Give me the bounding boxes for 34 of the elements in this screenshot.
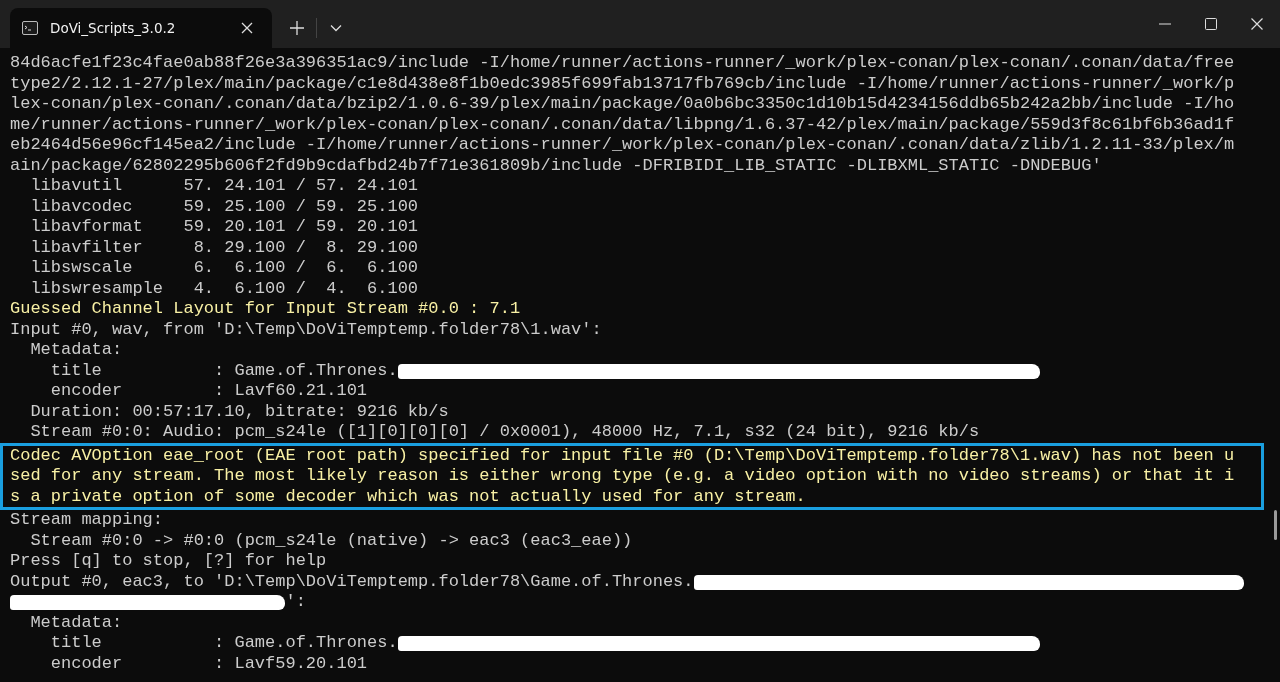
terminal-line: Press [q] to stop, [?] for help <box>10 551 327 572</box>
tab-title: DoVi_Scripts_3.0.2 <box>50 20 177 36</box>
terminal-line: eb2464d56e96cf145ea2/include -I/home/runner/actions-runner/_work/plex-conan/plex-conan/.conan/data/zlib/1.2.11-33/plex/m <box>10 135 1235 156</box>
terminal-line: libavutil 57. 24.101 / 57. 24.101 <box>29 176 419 197</box>
terminal-line: Stream #0:0: Audio: pcm_s24le ([1][0][0][0] / 0x0001), 48000 Hz, 7.1, s32 (24 bit), 9216 kb/s <box>29 422 980 443</box>
terminal-icon <box>22 21 38 35</box>
terminal-line: Metadata: <box>29 612 123 633</box>
terminal-line: libavformat 59. 20.101 / 59. 20.101 <box>29 217 419 238</box>
terminal-line: libavfilter 8. 29.100 / 8. 29.100 <box>29 237 419 258</box>
terminal-line: Metadata: <box>29 340 123 361</box>
terminal-line: Stream #0:0 -> #0:0 (pcm_s24le (native) -> eac3 (eac3_eae)) <box>29 530 633 551</box>
terminal-line: Duration: 00:57:17.10, bitrate: 9216 kb/s <box>29 401 449 422</box>
terminal-line: encoder : Lavf60.21.101 <box>49 381 368 402</box>
terminal-line: me/runner/actions-runner/_work/plex-conan/plex-conan/.conan/data/libpng/1.6.37-42/plex/main/package/559d3f8c61bf6b36ad1f <box>10 114 1235 135</box>
terminal-line: libswresample 4. 6.100 / 4. 6.100 <box>29 278 419 299</box>
terminal-line: sed for any stream. The most likely reason is either wrong type (e.g. a video option with no video streams) or that it i <box>10 466 1235 487</box>
scrollbar-thumb[interactable] <box>1274 510 1277 540</box>
terminal-line: libavcodec 59. 25.100 / 59. 25.100 <box>29 196 419 217</box>
terminal-line: Stream mapping: <box>10 510 164 531</box>
terminal-line: lex-conan/plex-conan/.conan/data/bzip2/1.0.6-39/plex/main/package/0a0b6bc3350c1d10b15d4234156ddb65b242a2bb/include -I/ho <box>10 94 1235 115</box>
terminal-line: ain/package/62802295b606f2fd9b9cdafbd24b7f71e361809b/include -DFRIBIDI_LIB_STATIC -DLIBXML_STATIC -DNDEBUG' <box>10 155 1102 176</box>
terminal-line: type2/2.12.1-27/plex/main/package/c1e8d438e8f1b0edc3985f699fab13717fb769cb/include -I/home/runner/actions-runner/_work/p <box>10 73 1235 94</box>
terminal-line: title : Game.of.Thrones. <box>49 633 398 654</box>
terminal-line: s a private option of some decoder which was not actually used for any stream. <box>10 486 806 507</box>
terminal-line: Codec AVOption eae_root (EAE root path) specified for input file #0 (D:\Temp\DoViTemptemp.folder78\1.wav) has not been u <box>10 445 1235 466</box>
terminal-line: 84d6acfe1f23c4fae0ab88f26e3a396351ac9/include -I/home/runner/actions-runner/_work/plex-conan/plex-conan/.conan/data/free <box>10 53 1235 74</box>
terminal-line: Output #0, eac3, to 'D:\Temp\DoViTemptemp.folder78\Game.of.Thrones. <box>10 571 694 592</box>
terminal-line: encoder : Lavf59.20.101 <box>49 653 368 674</box>
terminal-line: Input #0, wav, from 'D:\Temp\DoViTemptemp.folder78\1.wav': <box>10 319 602 340</box>
terminal-line: ': <box>285 592 306 613</box>
terminal-line: Guessed Channel Layout for Input Stream #0.0 : 7.1 <box>10 299 521 320</box>
terminal-tab[interactable]: DoVi_Scripts_3.0.2 <box>10 8 272 48</box>
terminal-line: title : Game.of.Thrones. <box>49 360 398 381</box>
terminal-line: libswscale 6. 6.100 / 6. 6.100 <box>29 258 419 279</box>
